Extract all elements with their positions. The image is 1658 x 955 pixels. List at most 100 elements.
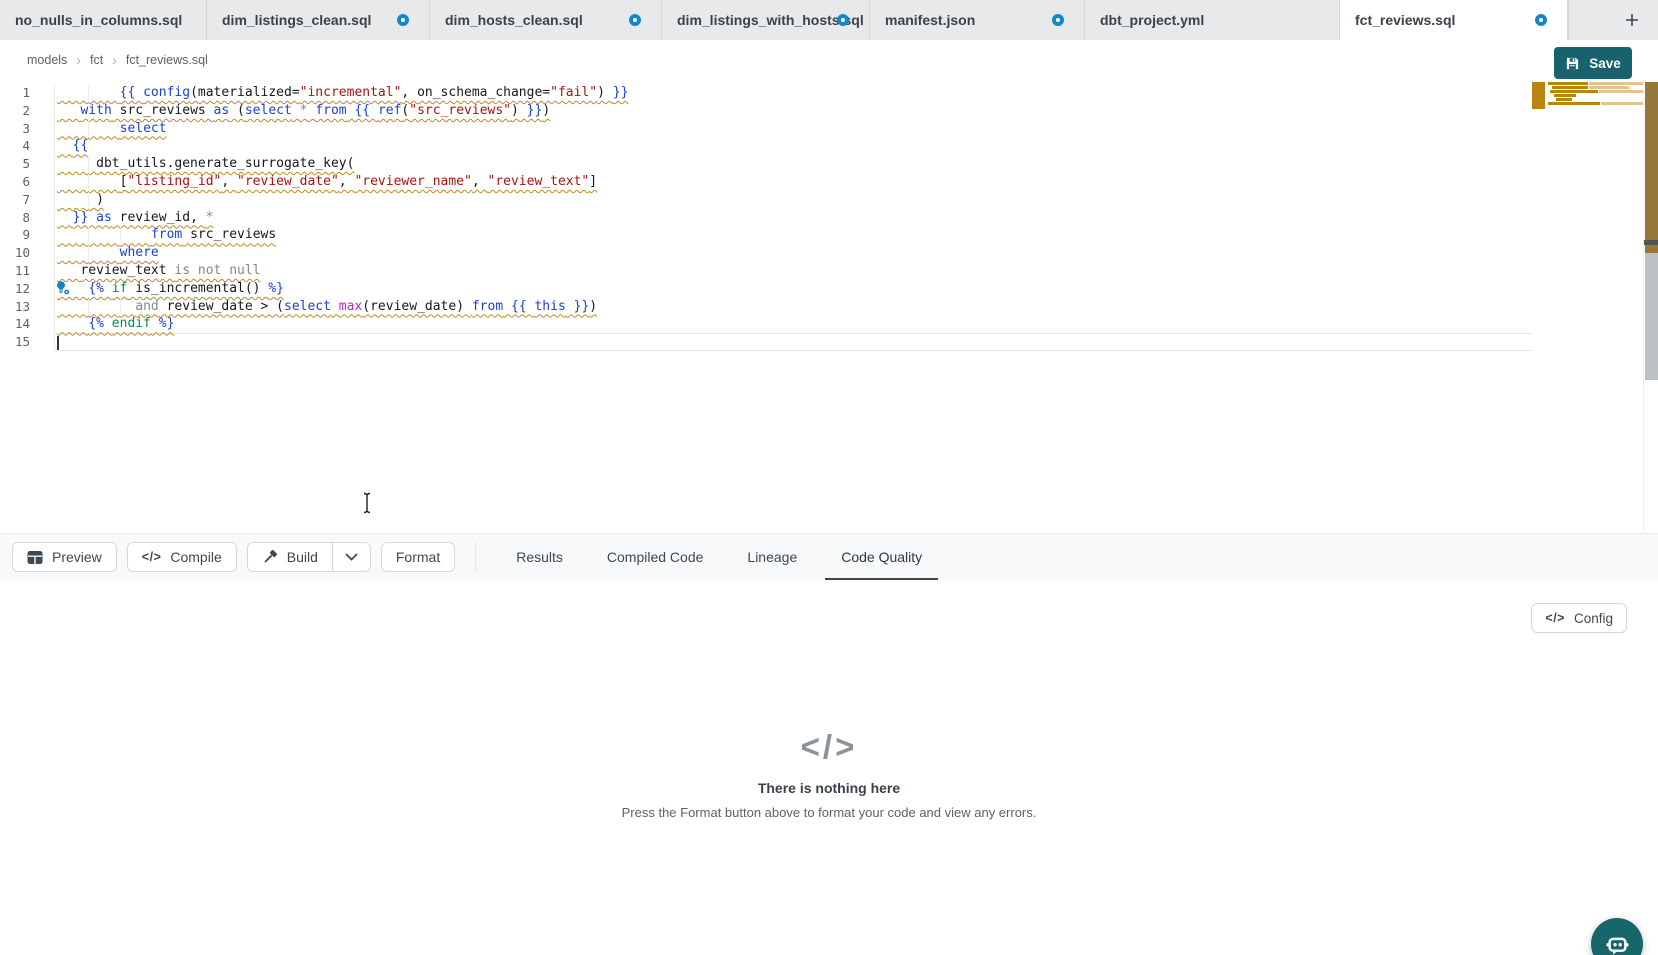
toolbar-divider: [475, 542, 476, 572]
panel-tab-code-quality[interactable]: Code Quality: [825, 534, 938, 581]
code-line-9: from src_reviews: [57, 226, 628, 244]
modified-dot-icon: [1535, 14, 1547, 26]
panel-tab-results[interactable]: Results: [500, 534, 579, 581]
compile-button-label: Compile: [170, 549, 221, 565]
line-number: 6: [0, 173, 30, 191]
file-tab-dim_listings_with_hosts.sql[interactable]: dim_listings_with_hosts.sql: [662, 0, 870, 40]
code-editor[interactable]: 123456789101112131415 {{ config(material…: [0, 80, 1658, 533]
minimap-line: [1556, 98, 1572, 101]
file-tab-dim_hosts_clean.sql[interactable]: dim_hosts_clean.sql: [430, 0, 662, 40]
breadcrumb-item-fct[interactable]: fct: [90, 53, 103, 67]
line-number: 13: [0, 298, 30, 316]
code-quality-panel: </> Config </> There is nothing here Pre…: [0, 580, 1658, 955]
line-number: 14: [0, 315, 30, 333]
preview-button[interactable]: Preview: [12, 542, 117, 572]
file-tab-dim_listings_clean.sql[interactable]: dim_listings_clean.sql: [207, 0, 430, 40]
file-tab-label: manifest.json: [885, 12, 975, 28]
format-button-label: Format: [396, 549, 440, 565]
code-line-14: {% endif %}: [57, 315, 628, 333]
code-line-11: review_text is not null: [57, 262, 628, 280]
code-brackets-icon: </>: [0, 728, 1658, 766]
minimap-line: [1548, 82, 1588, 85]
panel-tab-compiled-code[interactable]: Compiled Code: [591, 534, 720, 581]
line-number: 15: [0, 333, 30, 351]
file-tab-fct_reviews.sql[interactable]: fct_reviews.sql: [1340, 0, 1568, 40]
scrollbar[interactable]: [1643, 80, 1658, 533]
line-number: 12: [0, 280, 30, 298]
minimap[interactable]: [1532, 81, 1643, 113]
modified-dot-icon: [1052, 14, 1064, 26]
line-number: 7: [0, 191, 30, 209]
line-number: 5: [0, 155, 30, 173]
quick-fix-lightbulb-icon[interactable]: [54, 280, 71, 296]
overview-ruler-warnings: [1645, 82, 1658, 242]
code-line-6: ["listing_id", "review_date", "reviewer_…: [57, 173, 628, 191]
line-number: 8: [0, 209, 30, 227]
scrollbar-thumb[interactable]: [1645, 253, 1658, 380]
breadcrumb-item-file[interactable]: fct_reviews.sql: [126, 53, 208, 67]
minimap-line: [1550, 90, 1598, 93]
empty-state-subtitle: Press the Format button above to format …: [0, 805, 1658, 820]
chat-bot-icon: [1604, 931, 1631, 955]
file-tab-label: dim_listings_with_hosts.sql: [677, 12, 864, 28]
file-tab-dbt_project.yml[interactable]: dbt_project.yml: [1085, 0, 1340, 40]
line-number: 2: [0, 102, 30, 120]
code-content[interactable]: {{ config(materialized="incremental", on…: [57, 84, 628, 351]
editor-header: models › fct › fct_reviews.sql Save: [0, 40, 1658, 81]
breadcrumb-separator-icon: ›: [112, 52, 117, 68]
new-tab-plus-icon[interactable]: [1624, 12, 1640, 28]
line-number: 11: [0, 262, 30, 280]
line-number: 10: [0, 244, 30, 262]
code-line-8: }} as review_id, *: [57, 209, 628, 227]
modified-dot-icon: [629, 14, 641, 26]
file-tab-label: dbt_project.yml: [1100, 12, 1204, 28]
modified-dot-icon: [397, 14, 409, 26]
table-icon: [27, 550, 43, 565]
panel-toolbar: Preview </> Compile Build: [0, 533, 1658, 580]
minimap-line: [1589, 86, 1629, 89]
mouse-ibeam-cursor: [360, 492, 374, 514]
panel-tabs: Results Compiled CodeLineage Code Quality: [494, 534, 944, 581]
empty-state-title: There is nothing here: [0, 780, 1658, 796]
build-split-button: Build: [247, 542, 371, 572]
save-button[interactable]: Save: [1554, 47, 1632, 79]
config-button[interactable]: </> Config: [1531, 603, 1627, 633]
code-line-7: ): [57, 191, 628, 209]
code-line-12: {% if is_incremental() %}: [57, 280, 628, 298]
tab-bar-spacer: [1568, 0, 1658, 40]
format-button[interactable]: Format: [381, 542, 455, 572]
minimap-line: [1532, 82, 1545, 109]
line-number-gutter: 123456789101112131415: [0, 84, 30, 351]
code-brackets-icon: </>: [1545, 611, 1565, 625]
code-line-2: with src_reviews as (select * from {{ re…: [57, 102, 628, 120]
minimap-line: [1599, 90, 1643, 93]
compile-button[interactable]: </> Compile: [127, 542, 237, 572]
file-tab-manifest.json[interactable]: manifest.json: [870, 0, 1085, 40]
file-tab-label: fct_reviews.sql: [1355, 12, 1455, 28]
file-tab-label: dim_hosts_clean.sql: [445, 12, 583, 28]
breadcrumb: models › fct › fct_reviews.sql: [27, 40, 208, 80]
minimap-line: [1589, 82, 1643, 85]
code-line-13: and review_date > (select max(review_dat…: [57, 298, 628, 316]
file-tab-bar: no_nulls_in_columns.sqldim_listings_clea…: [0, 0, 1658, 40]
line-number: 9: [0, 226, 30, 244]
breadcrumb-item-models[interactable]: models: [27, 53, 67, 67]
config-button-label: Config: [1574, 611, 1613, 626]
preview-button-label: Preview: [52, 549, 102, 565]
floppy-disk-icon: [1565, 56, 1580, 71]
minimap-line: [1548, 102, 1600, 105]
code-line-4: {{: [57, 137, 628, 155]
chevron-down-icon: [345, 553, 358, 561]
hammer-icon: [262, 549, 278, 565]
minimap-line: [1601, 102, 1643, 105]
minimap-line: [1554, 94, 1576, 97]
panel-tab-lineage[interactable]: Lineage: [731, 534, 813, 581]
save-button-label: Save: [1589, 56, 1621, 71]
empty-state: </> There is nothing here Press the Form…: [0, 728, 1658, 820]
build-button-label: Build: [287, 549, 318, 565]
build-button[interactable]: Build: [248, 543, 332, 571]
build-dropdown-button[interactable]: [332, 543, 370, 571]
file-tab-no_nulls_in_columns.sql[interactable]: no_nulls_in_columns.sql: [0, 0, 207, 40]
line-number: 4: [0, 137, 30, 155]
ide-screen: no_nulls_in_columns.sqldim_listings_clea…: [0, 0, 1658, 955]
